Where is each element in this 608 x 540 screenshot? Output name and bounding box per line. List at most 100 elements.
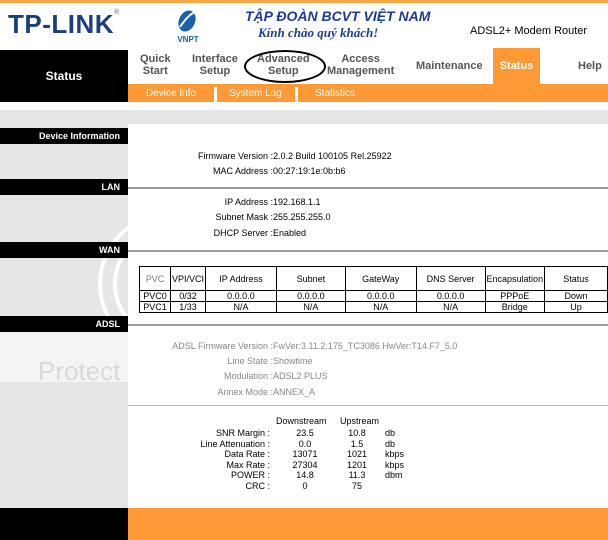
stats-upstream: 1021: [346, 449, 368, 459]
cell: Up: [544, 301, 608, 313]
col-pvc: PVC: [139, 266, 171, 291]
slogan-title: TẬP ĐOÀN BCVT VIỆT NAM: [245, 8, 431, 24]
nav-access-management[interactable]: Access Management: [327, 53, 394, 77]
lan-mask-value: 255.255.255.0: [273, 212, 331, 222]
adsl-fw-row: ADSL Firmware Version : FwVer:3.11.2.175_…: [128, 341, 608, 355]
nav-label: Access: [341, 53, 380, 65]
nav-status[interactable]: Status: [493, 48, 540, 84]
adsl-fw-value: FwVer:3.11.2.175_TC3086 HwVer:T14.F7_5.0: [273, 341, 458, 351]
adsl-mod-row: Modulation : ADSL2 PLUS: [128, 371, 608, 385]
lan-mask-label: Subnet Mask :: [215, 212, 273, 222]
lan-mask-row: Subnet Mask :255.255.255.0: [128, 212, 608, 226]
nav-label: Management: [327, 65, 395, 77]
cell: PPPoE: [484, 290, 546, 302]
cell: PVC1: [139, 301, 171, 313]
adsl-fw-label: ADSL Firmware Version :: [172, 341, 273, 351]
wan-table: PVC VPI/VCI IP Address Subnet GateWay DN…: [139, 266, 608, 313]
cell: Bridge: [484, 301, 546, 313]
stats-downstream: 0: [302, 480, 308, 491]
table-row: PVC0 0/32 0.0.0.0 0.0.0.0 0.0.0.0 0.0.0.…: [139, 290, 608, 302]
footer-bar: [128, 508, 608, 540]
nav-label: Interface: [192, 53, 238, 65]
nav-quick-start[interactable]: Quick Start: [140, 53, 171, 77]
lan-ip-value: 192.168.1.1: [273, 197, 321, 207]
section-divider: [128, 250, 608, 252]
stats-unit: dbm: [385, 470, 403, 480]
nav-label: Quick: [140, 53, 171, 65]
adsl-mod-label: Modulation :: [223, 371, 273, 381]
section-title: Status: [0, 50, 128, 102]
nav-label: Setup: [199, 65, 231, 77]
cell: PVC0: [139, 290, 171, 302]
cell: Down: [544, 290, 608, 302]
vnpt-globe-icon: [178, 10, 196, 32]
grey-strip: [0, 110, 608, 124]
nav-interface-setup[interactable]: Interface Setup: [192, 53, 238, 77]
lan-dhcp-value: Enabled: [273, 228, 307, 238]
stats-header-upstream: Upstream: [340, 416, 380, 426]
stats-unit: db: [385, 438, 396, 449]
firmware-label: Firmware Version :: [197, 151, 273, 161]
stats-upstream: 1.5: [350, 438, 364, 449]
firmware-row: Firmware Version :2.0.2 Build 100105 Rel…: [128, 151, 608, 165]
subnav-separator: [295, 87, 298, 102]
tp-link-logo: TP-LINK®: [8, 9, 120, 39]
stats-downstream: 27304: [292, 459, 318, 470]
nav-label: Help: [578, 60, 602, 72]
col-gateway: GateWay: [344, 266, 417, 291]
adsl-annex-value: ANNEX_A: [273, 387, 316, 397]
adsl-annex-label: Annex Mode :: [217, 387, 273, 397]
stats-label: POWER :: [230, 470, 270, 480]
adsl-annex-row: Annex Mode : ANNEX_A: [128, 387, 608, 401]
stats-downstream: 23.5: [296, 428, 314, 438]
subnav-device-info[interactable]: Device Info: [146, 88, 196, 99]
subnav-statistics[interactable]: Statistics: [315, 88, 355, 99]
cell: 1/33: [169, 301, 207, 313]
cell: N/A: [205, 301, 277, 313]
col-ip-address: IP Address: [205, 266, 277, 291]
cell: N/A: [275, 301, 346, 313]
cell: 0/32: [169, 290, 207, 302]
cell: 0.0.0.0: [205, 290, 277, 302]
nav-label: Maintenance: [416, 60, 483, 72]
lan-dhcp-label: DHCP Server :: [213, 228, 273, 238]
col-dns-server: DNS Server: [415, 266, 486, 291]
lan-ip-label: IP Address :: [224, 197, 273, 207]
model-name: ADSL2+ Modem Router: [470, 25, 588, 37]
col-subnet: Subnet: [275, 266, 346, 291]
nav-label: Status: [499, 60, 534, 72]
cell: 0.0.0.0: [344, 290, 417, 302]
cell: N/A: [415, 301, 486, 313]
sub-navigation: Device Info System Log Statistics: [128, 84, 608, 102]
nav-help[interactable]: Help: [578, 60, 602, 72]
stats-label: CRC :: [245, 480, 271, 491]
mac-value: 00:27:19:1e:0b:b6: [273, 166, 346, 176]
vnpt-logo: VNPT: [168, 7, 208, 45]
stats-downstream: 0.0: [298, 438, 312, 449]
stats-label: SNR Margin :: [215, 428, 270, 438]
sidebar-adsl: ADSL: [0, 316, 128, 332]
stats-label: Line Attenuation :: [200, 438, 270, 449]
stats-upstream: 10.8: [348, 428, 366, 438]
sidebar-lan: LAN: [0, 179, 128, 195]
mac-label: MAC Address :: [212, 166, 273, 176]
subnav-system-log[interactable]: System Log: [229, 88, 282, 99]
col-vpi-vci: VPI/VCI: [169, 266, 207, 291]
cell: 0.0.0.0: [275, 290, 346, 302]
stats-upstream: 75: [351, 480, 362, 491]
nav-maintenance[interactable]: Maintenance: [416, 60, 483, 72]
stats-downstream: 14.8: [296, 470, 314, 480]
section-divider: [128, 324, 608, 326]
sidebar-wan: WAN: [0, 242, 128, 258]
firmware-value: 2.0.2 Build 100105 Rel.25922: [273, 151, 392, 161]
nav-label: Start: [142, 65, 168, 77]
col-status: Status: [544, 266, 608, 291]
adsl-line-row: Line State : Showtime: [128, 356, 608, 370]
col-encapsulation: Encapsulation: [484, 266, 546, 291]
highlight-ellipse: [244, 50, 326, 83]
stats-label: Max Rate :: [226, 459, 270, 470]
subnav-separator: [214, 87, 217, 102]
stats-upstream: 1201: [346, 459, 368, 470]
lan-dhcp-row: DHCP Server : Enabled: [128, 228, 608, 242]
cell: 0.0.0.0: [415, 290, 486, 302]
